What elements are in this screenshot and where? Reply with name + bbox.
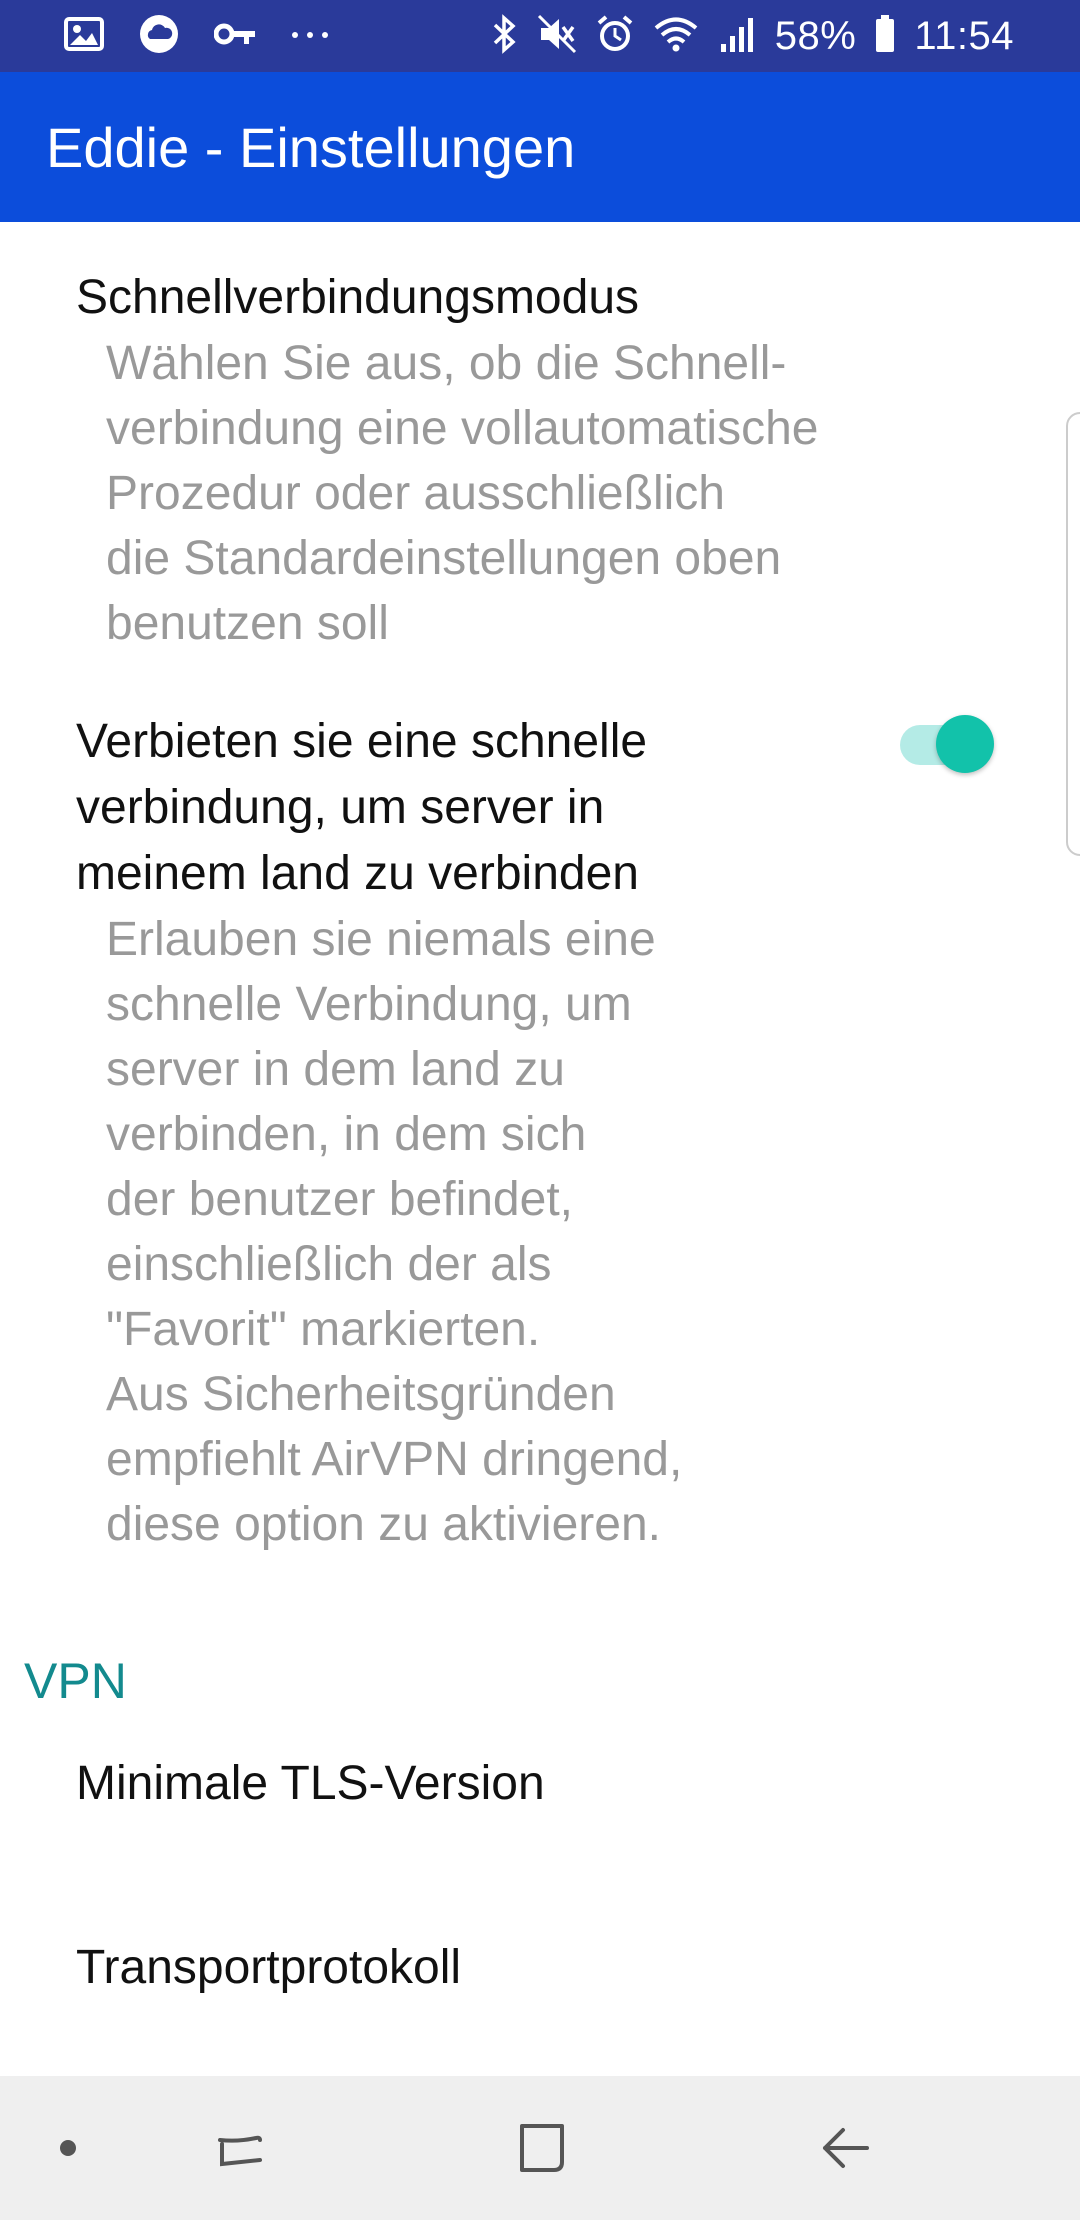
scroll-handle[interactable] xyxy=(1066,412,1080,856)
category-vpn: VPN xyxy=(24,1653,127,1709)
signal-icon xyxy=(717,14,757,59)
wifi-icon xyxy=(653,14,699,59)
dot-icon[interactable] xyxy=(18,2098,118,2198)
pref-min-tls-version[interactable]: Minimale TLS-Version xyxy=(76,1751,545,1817)
battery-icon xyxy=(874,14,896,59)
cloud-icon xyxy=(138,13,180,60)
gallery-icon xyxy=(64,16,104,56)
status-bar: 58% 11:54 xyxy=(0,0,1080,72)
pref-title: Schnellverbindungsmodus xyxy=(76,271,640,324)
pref-summary: Erlauben sie niemals eine schnelle Verbi… xyxy=(106,913,683,1551)
settings-list: Schnellverbindungsmodus Wählen Sie aus, … xyxy=(0,222,1080,2076)
pref-forbid-quick-connect-own-country[interactable]: Verbieten sie eine schnelle verbindung, … xyxy=(76,709,876,1557)
pref-title: Minimale TLS-Version xyxy=(76,1757,545,1810)
pref-quick-connect-mode[interactable]: Schnellverbindungsmodus Wählen Sie aus, … xyxy=(76,265,818,656)
recents-icon[interactable] xyxy=(190,2098,290,2198)
pref-summary: Wählen Sie aus, ob die Schnell- verbindu… xyxy=(106,337,819,650)
pref-transport-protocol[interactable]: Transportprotokoll xyxy=(76,1935,461,2001)
page-title: Eddie - Einstellungen xyxy=(46,115,576,179)
alarm-icon xyxy=(595,14,635,59)
app-toolbar: Eddie - Einstellungen xyxy=(0,72,1080,222)
toggle-thumb xyxy=(936,715,994,773)
pref-title: Verbieten sie eine schnelle verbindung, … xyxy=(76,715,648,900)
back-icon[interactable] xyxy=(795,2098,895,2198)
forbid-quick-connect-toggle[interactable] xyxy=(898,706,998,773)
navigation-bar xyxy=(0,2076,1080,2220)
bluetooth-icon xyxy=(489,13,519,59)
pref-title: Transportprotokoll xyxy=(76,1941,462,1994)
key-icon xyxy=(213,21,256,52)
home-icon[interactable] xyxy=(492,2098,592,2198)
battery-percent: 58% xyxy=(774,13,857,58)
more-icon xyxy=(290,27,332,45)
clock: 11:54 xyxy=(914,13,1014,58)
mute-icon xyxy=(537,14,577,59)
